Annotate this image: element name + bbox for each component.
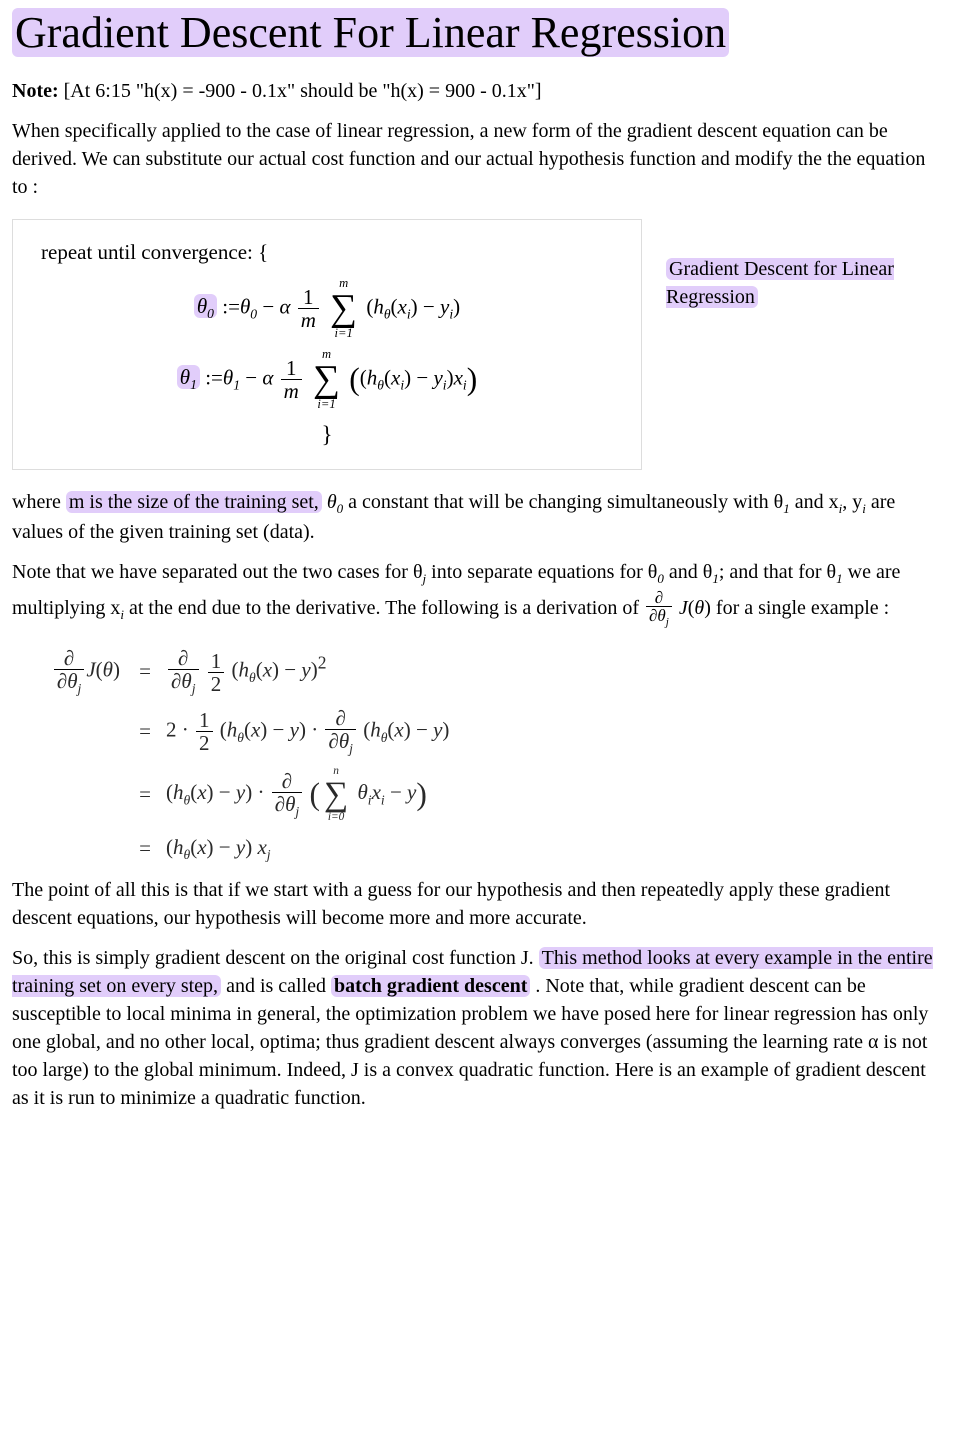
update-theta1: θ1 :=θ1 − α 1m m∑i=1 ((hθ(xi) − yi)xi): [41, 348, 613, 411]
note-text: [At 6:15 "h(x) = -900 - 0.1x" should be …: [64, 80, 542, 102]
note-label: Note:: [12, 80, 59, 102]
derivation-block: ∂∂θjJ(θ) = ∂∂θj 12 (hθ(x) − y)2 = 2 · 12…: [30, 647, 942, 864]
update-theta0: θ0 :=θ0 − α 1m m∑i=1 (hθ(xi) − yi): [41, 277, 613, 340]
derivation-line-1: ∂∂θjJ(θ) = ∂∂θj 12 (hθ(x) − y)2: [30, 647, 942, 697]
page-title: Gradient Descent For Linear Regression: [12, 8, 942, 59]
batch-gd-highlight: batch gradient descent: [331, 975, 530, 997]
algorithm-close: }: [41, 419, 613, 451]
intro-paragraph: When specifically applied to the case of…: [12, 117, 942, 201]
where-paragraph: where m is the size of the training set,…: [12, 488, 942, 546]
partial-expr: ∂∂θj J(θ): [644, 597, 711, 619]
note-separation-paragraph: Note that we have separated out the two …: [12, 558, 942, 629]
derivation-line-3: = (hθ(x) − y) · ∂∂θj (n∑i=0 θixi − y): [30, 766, 942, 823]
note-paragraph: Note: [At 6:15 "h(x) = -900 - 0.1x" shou…: [12, 77, 942, 105]
algorithm-block: repeat until convergence: { θ0 :=θ0 − α …: [12, 219, 642, 471]
side-caption: Gradient Descent for Linear Regression: [666, 255, 942, 311]
derivation-line-2: = 2 · 12 (hθ(x) − y) · ∂∂θj (hθ(x) − y): [30, 707, 942, 757]
algorithm-header: repeat until convergence: {: [41, 238, 613, 267]
algorithm-block-wrap: repeat until convergence: { θ0 :=θ0 − α …: [12, 219, 942, 471]
batch-paragraph: So, this is simply gradient descent on t…: [12, 944, 942, 1112]
derivation-line-4: = (hθ(x) − y) xj: [30, 833, 942, 864]
side-caption-text: Gradient Descent for Linear Regression: [666, 258, 894, 308]
conclusion-paragraph: The point of all this is that if we star…: [12, 876, 942, 932]
m-size-highlight: m is the size of the training set,: [66, 491, 322, 513]
title-highlight: Gradient Descent For Linear Regression: [12, 8, 729, 57]
